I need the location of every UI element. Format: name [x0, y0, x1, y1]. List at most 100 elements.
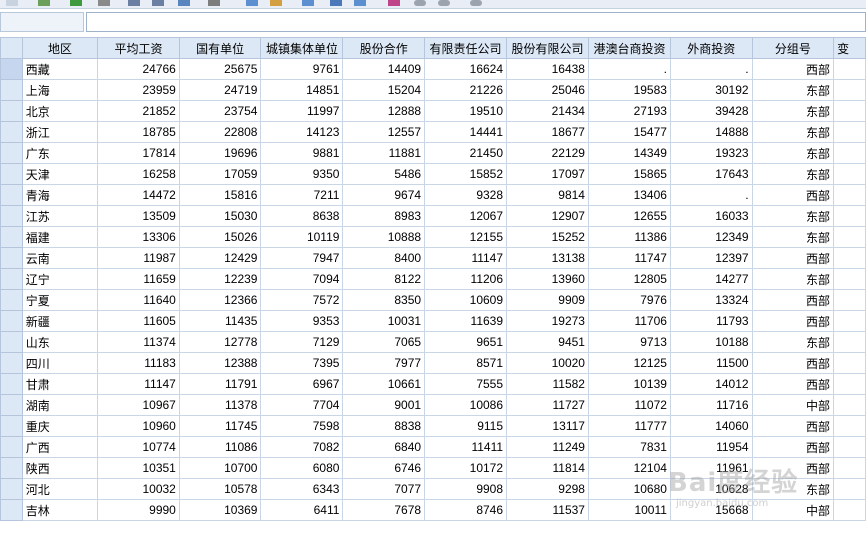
data-cell[interactable]: 西部: [751, 352, 835, 374]
corner-cell[interactable]: [0, 37, 23, 59]
data-cell[interactable]: 北京: [21, 100, 99, 122]
data-cell[interactable]: .: [669, 58, 753, 80]
data-cell[interactable]: 15026: [178, 226, 262, 248]
data-cell[interactable]: 17814: [97, 142, 180, 164]
data-cell[interactable]: 11249: [506, 436, 589, 458]
data-cell[interactable]: 14349: [587, 142, 671, 164]
data-cell[interactable]: 10578: [178, 478, 262, 500]
row-header[interactable]: [0, 142, 23, 164]
data-cell[interactable]: 11537: [506, 499, 589, 521]
data-cell[interactable]: 11954: [669, 436, 753, 458]
data-cell[interactable]: 15852: [424, 163, 508, 185]
data-cell[interactable]: 东部: [751, 268, 835, 290]
data-cell[interactable]: 东部: [751, 100, 835, 122]
data-cell[interactable]: 10011: [587, 499, 671, 521]
data-cell[interactable]: 福建: [21, 226, 99, 248]
data-cell[interactable]: 14123: [260, 121, 344, 143]
data-cell[interactable]: 13324: [669, 289, 753, 311]
data-cell[interactable]: 16033: [669, 205, 753, 227]
data-cell[interactable]: 10119: [260, 226, 344, 248]
data-cell[interactable]: 15204: [342, 79, 426, 101]
data-cell[interactable]: 12888: [342, 100, 426, 122]
data-cell[interactable]: 天津: [21, 163, 99, 185]
data-cell[interactable]: 17059: [178, 163, 262, 185]
row-header[interactable]: [0, 121, 23, 143]
data-cell[interactable]: 8400: [342, 247, 426, 269]
data-cell[interactable]: 西部: [751, 247, 835, 269]
data-cell[interactable]: 14472: [97, 184, 180, 206]
data-cell[interactable]: 西部: [751, 184, 835, 206]
data-cell[interactable]: 15816: [178, 184, 262, 206]
data-cell[interactable]: 11961: [669, 457, 753, 479]
data-cell[interactable]: 11814: [506, 457, 589, 479]
open-icon[interactable]: [6, 0, 18, 6]
data-cell[interactable]: 9713: [587, 331, 671, 353]
data-cell[interactable]: 10020: [506, 352, 589, 374]
data-cell[interactable]: 7831: [587, 436, 671, 458]
data-cell[interactable]: 12907: [506, 205, 589, 227]
data-cell[interactable]: 辽宁: [21, 268, 99, 290]
cell-value-input[interactable]: [86, 12, 866, 32]
data-cell[interactable]: 7678: [342, 499, 426, 521]
empty-cell[interactable]: [833, 247, 866, 269]
undo-icon[interactable]: [70, 0, 82, 6]
empty-cell[interactable]: [833, 184, 866, 206]
data-cell[interactable]: 东部: [751, 79, 835, 101]
data-cell[interactable]: 10086: [424, 394, 508, 416]
data-cell[interactable]: 12388: [178, 352, 262, 374]
empty-cell[interactable]: [833, 100, 866, 122]
data-cell[interactable]: 11881: [342, 142, 426, 164]
empty-cell[interactable]: [833, 373, 866, 395]
data-cell[interactable]: 10960: [97, 415, 180, 437]
data-cell[interactable]: 11727: [506, 394, 589, 416]
column-header[interactable]: 外商投资: [669, 37, 753, 59]
data-cell[interactable]: 甘肃: [21, 373, 99, 395]
row-header[interactable]: [0, 415, 23, 437]
data-cell[interactable]: 24766: [97, 58, 180, 80]
empty-cell[interactable]: [833, 436, 866, 458]
data-cell[interactable]: 12067: [424, 205, 508, 227]
data-cell[interactable]: 7077: [342, 478, 426, 500]
data-cell[interactable]: 15252: [506, 226, 589, 248]
data-cell[interactable]: 10031: [342, 310, 426, 332]
data-cell[interactable]: 7082: [260, 436, 344, 458]
data-cell[interactable]: 22129: [506, 142, 589, 164]
data-cell[interactable]: 11793: [669, 310, 753, 332]
data-cell[interactable]: 浙江: [21, 121, 99, 143]
data-cell[interactable]: 19273: [506, 310, 589, 332]
data-cell[interactable]: 中部: [751, 499, 835, 521]
empty-cell[interactable]: [833, 478, 866, 500]
data-cell[interactable]: 10628: [669, 478, 753, 500]
data-cell[interactable]: 9761: [260, 58, 344, 80]
data-cell[interactable]: 22808: [178, 121, 262, 143]
data-cell[interactable]: 18677: [506, 121, 589, 143]
data-cell[interactable]: 7129: [260, 331, 344, 353]
data-cell[interactable]: 21226: [424, 79, 508, 101]
data-cell[interactable]: 7065: [342, 331, 426, 353]
data-cell[interactable]: 东部: [751, 331, 835, 353]
data-cell[interactable]: 21450: [424, 142, 508, 164]
data-cell[interactable]: 6967: [260, 373, 344, 395]
data-cell[interactable]: 12557: [342, 121, 426, 143]
empty-cell[interactable]: [833, 268, 866, 290]
data-cell[interactable]: 11747: [587, 247, 671, 269]
data-cell[interactable]: 11997: [260, 100, 344, 122]
data-cell[interactable]: 11206: [424, 268, 508, 290]
data-cell[interactable]: 8638: [260, 205, 344, 227]
data-cell[interactable]: 14888: [669, 121, 753, 143]
data-cell[interactable]: 9990: [97, 499, 180, 521]
select-cases-icon[interactable]: [354, 0, 366, 6]
data-cell[interactable]: 11072: [587, 394, 671, 416]
goto-case-icon[interactable]: [128, 0, 140, 6]
data-cell[interactable]: 11086: [178, 436, 262, 458]
data-cell[interactable]: 西藏: [21, 58, 99, 80]
data-cell[interactable]: 青海: [21, 184, 99, 206]
column-header[interactable]: 股份合作: [342, 37, 426, 59]
data-cell[interactable]: 上海: [21, 79, 99, 101]
data-cell[interactable]: 13406: [587, 184, 671, 206]
data-cell[interactable]: 11987: [97, 247, 180, 269]
column-header[interactable]: 分组号: [751, 37, 835, 59]
data-cell[interactable]: 10369: [178, 499, 262, 521]
row-header[interactable]: [0, 58, 23, 80]
data-cell[interactable]: 11147: [424, 247, 508, 269]
